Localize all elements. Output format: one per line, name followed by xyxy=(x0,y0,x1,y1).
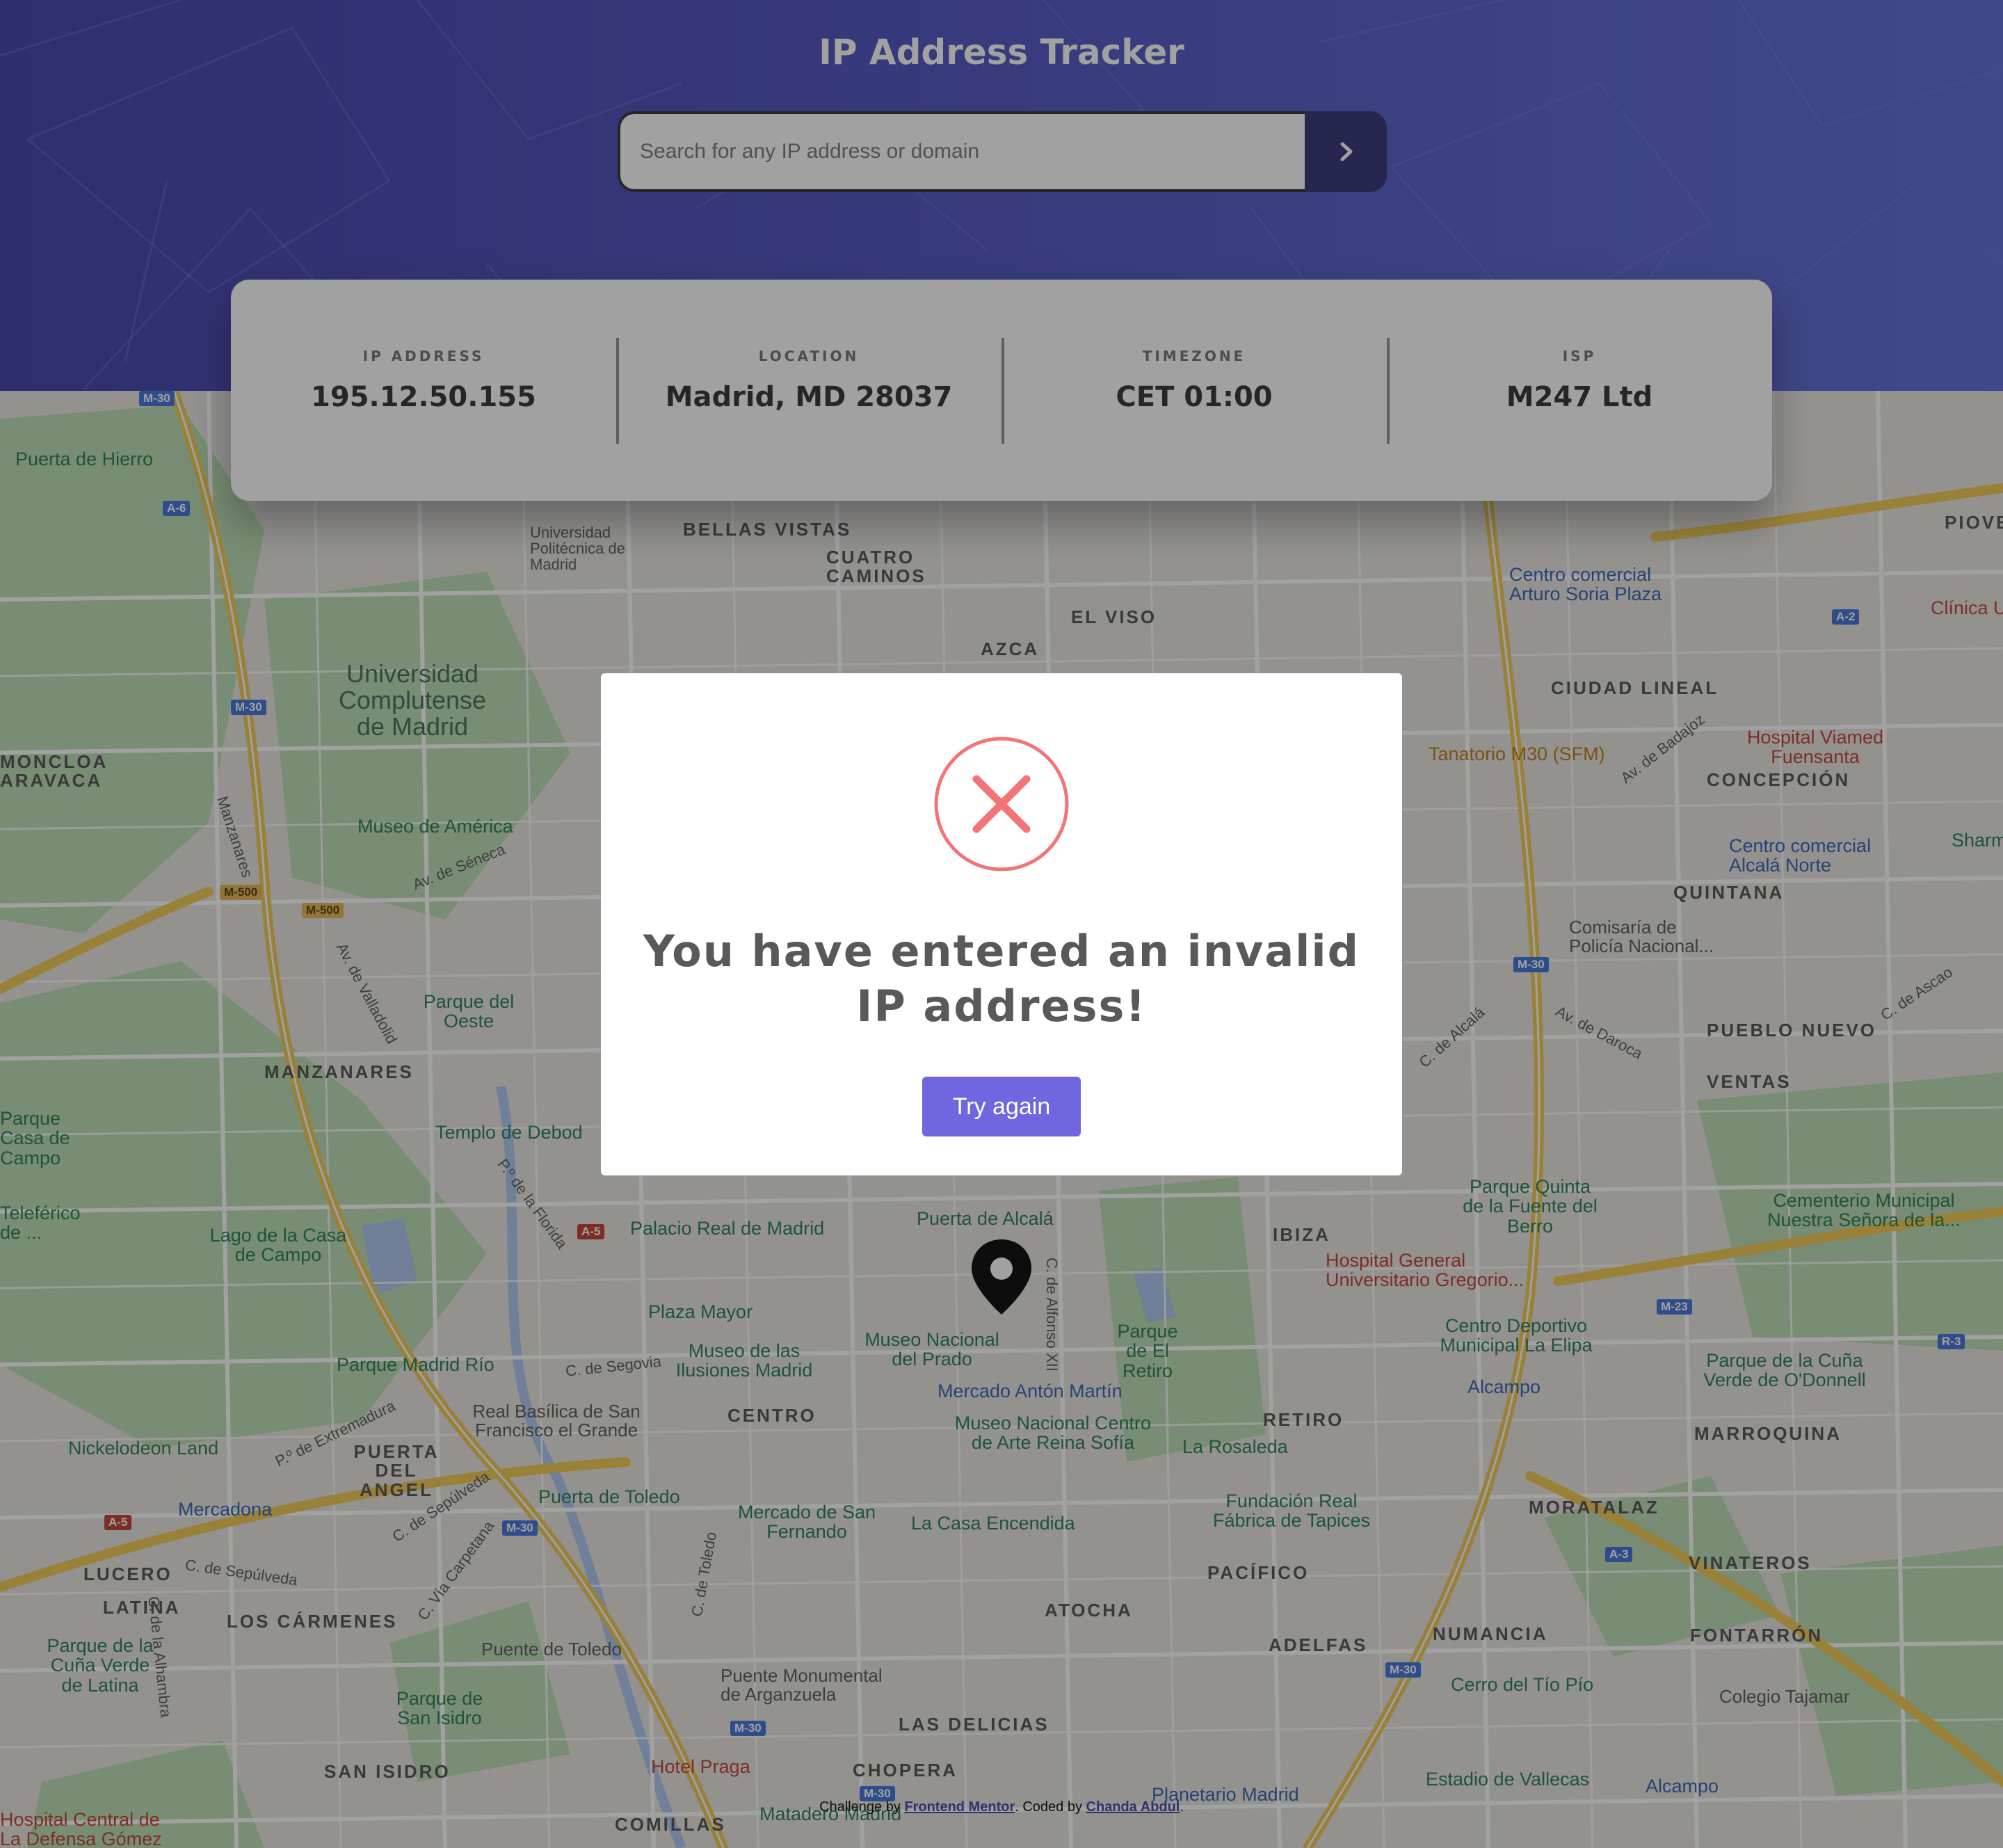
error-message: You have entered an invalid IP address! xyxy=(643,926,1360,1032)
page: IP Address Tracker IP Address 195.12.50.… xyxy=(0,0,2003,1848)
error-dialog: You have entered an invalid IP address! … xyxy=(601,673,1402,1175)
try-again-button[interactable]: Try again xyxy=(922,1077,1081,1136)
error-x-icon xyxy=(934,737,1069,871)
